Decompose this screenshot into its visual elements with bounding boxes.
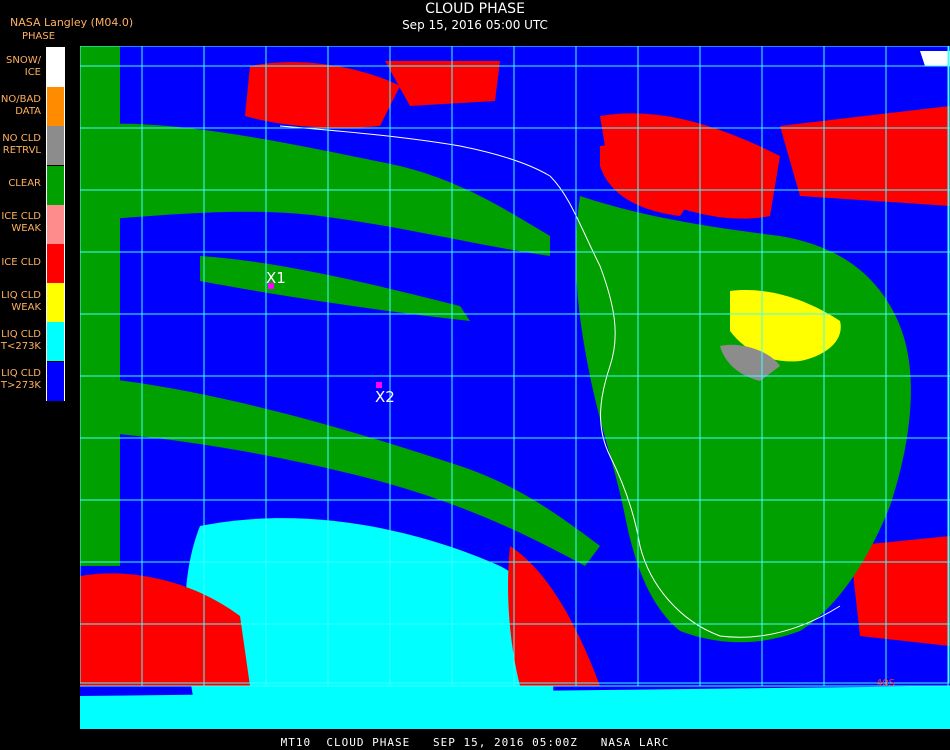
snow-ice-patch: [920, 51, 950, 66]
legend-label-8: LIQ CLD T>273K: [0, 368, 41, 392]
legend-title: PHASE: [22, 31, 56, 42]
legend-swatch-7: [47, 322, 64, 362]
legend-label-7: LIQ CLD T<273K: [0, 329, 41, 352]
legend-swatch-0: [47, 48, 64, 87]
legend-label-4: ICE CLD WEAK: [1, 211, 41, 235]
cloud-phase-map: X1 X2 40S: [80, 46, 950, 729]
marker-x1-label: X1: [266, 269, 286, 287]
legend-label-1: NO/BAD DATA: [0, 93, 41, 117]
legend-label-0: SNOW/ ICE: [6, 54, 41, 78]
legend-swatch-2: [47, 126, 64, 166]
footer-caption: MT10 CLOUD PHASE SEP 15, 2016 05:00Z NAS…: [280, 736, 670, 749]
grid-latitude-label: 40S: [876, 678, 895, 689]
legend-label-6: LIQ CLD WEAK: [1, 289, 41, 313]
legend-swatch-4: [47, 204, 64, 244]
legend-swatch-3: [47, 165, 64, 205]
legend-label-2: NO CLD RETRVL: [2, 133, 41, 156]
legend-swatch-8: [47, 361, 64, 401]
legend-swatch-1: [47, 87, 64, 127]
legend-label-3: CLEAR: [8, 178, 41, 190]
legend-label-5: ICE CLD: [1, 256, 41, 268]
clear-west-strip: [80, 46, 120, 566]
map-title: CLOUD PHASE: [425, 1, 525, 17]
legend-swatch-6: [47, 283, 64, 323]
map-timestamp: Sep 15, 2016 05:00 UTC: [402, 18, 548, 32]
marker-x2-label: X2: [375, 388, 395, 406]
color-legend: [46, 47, 65, 401]
legend-swatch-5: [47, 244, 64, 283]
